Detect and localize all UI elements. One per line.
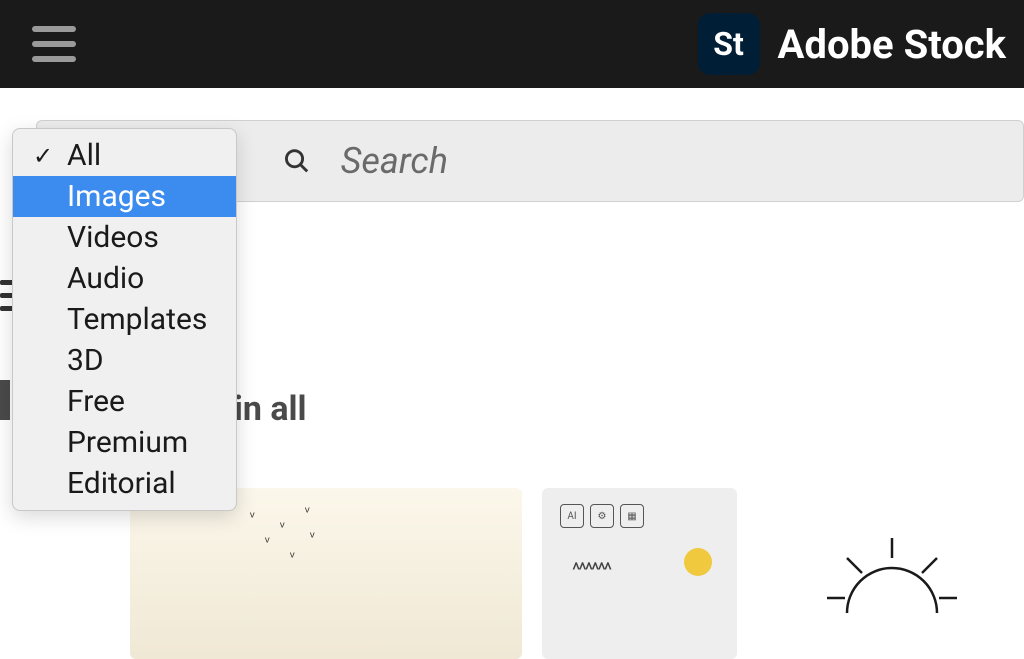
dropdown-label: Images	[67, 179, 166, 214]
dropdown-label: 3D	[67, 343, 104, 378]
thumbnail-art-icon: ^^^^^^	[572, 558, 610, 582]
dropdown-label: Templates	[67, 302, 207, 337]
dropdown-item-free[interactable]: Free	[13, 381, 236, 422]
thumbnail-badges: AI ⚙ ▦	[560, 504, 644, 528]
search-input[interactable]	[341, 140, 1023, 182]
brand-block[interactable]: St Adobe Stock	[698, 13, 1006, 75]
brand-logo-badge: St	[698, 13, 760, 75]
thumbnail-art-icon	[684, 548, 712, 576]
dropdown-item-premium[interactable]: Premium	[13, 422, 236, 463]
brand-title: Adobe Stock	[778, 21, 1006, 68]
page-content: ✓ All Images Videos Audio Templates 3D F…	[0, 88, 1024, 120]
ai-badge-icon: AI	[560, 504, 584, 528]
dropdown-item-all[interactable]: ✓ All	[13, 135, 236, 176]
dropdown-label: Premium	[67, 425, 188, 460]
dropdown-item-audio[interactable]: Audio	[13, 258, 236, 299]
results-partial-digit	[0, 380, 10, 420]
search-icon	[283, 146, 311, 176]
dropdown-item-templates[interactable]: Templates	[13, 299, 236, 340]
dropdown-item-3d[interactable]: 3D	[13, 340, 236, 381]
top-header: St Adobe Stock	[0, 0, 1024, 88]
category-dropdown[interactable]: ✓ All Images Videos Audio Templates 3D F…	[12, 128, 237, 511]
dropdown-label: Audio	[67, 261, 144, 296]
dropdown-item-images[interactable]: Images	[13, 176, 236, 217]
gallery-thumbnail[interactable]: AI ⚙ ▦ ^^^^^^	[542, 488, 737, 659]
sun-icon	[827, 533, 957, 643]
gallery-thumbnail[interactable]	[757, 488, 1017, 659]
dropdown-item-videos[interactable]: Videos	[13, 217, 236, 258]
gallery-thumbnail[interactable]: ᵛ ᵛ ᵛ ᵛ ᵛ ᵛ	[130, 488, 522, 659]
dropdown-item-editorial[interactable]: Editorial	[13, 463, 236, 504]
dropdown-label: Editorial	[67, 466, 176, 501]
badge-icon: ⚙	[590, 504, 614, 528]
check-icon: ✓	[33, 142, 55, 170]
dropdown-label: Videos	[67, 220, 159, 255]
dropdown-label: All	[67, 138, 101, 173]
results-gallery: ᵛ ᵛ ᵛ ᵛ ᵛ ᵛ AI ⚙ ▦ ^^^^^^	[130, 488, 1024, 659]
hamburger-menu-icon[interactable]	[32, 26, 76, 62]
dropdown-label: Free	[67, 384, 125, 419]
badge-icon: ▦	[620, 504, 644, 528]
